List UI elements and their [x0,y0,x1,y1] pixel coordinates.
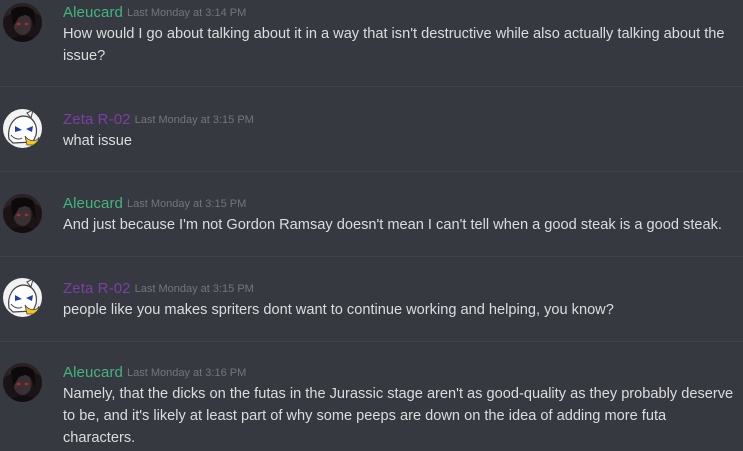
message-item: Zeta R-02 Last Monday at 3:15 PM people l… [0,257,743,341]
message-text: people like you makes spriters dont want… [63,302,614,318]
message-timestamp[interactable]: Last Monday at 3:14 PM [127,7,246,19]
dark-haired-character-avatar-icon [3,194,42,233]
author-name[interactable]: Aleucard [63,4,123,21]
message-text: Namely, that the dicks on the futas in t… [63,386,734,446]
message-header: Zeta R-02 Last Monday at 3:15 PM [63,111,254,130]
message-timestamp[interactable]: Last Monday at 3:15 PM [127,198,246,210]
message-item: Aleucard Last Monday at 3:15 PM And just … [0,172,743,256]
avatar-aleucard[interactable] [3,3,42,42]
message-item: Zeta R-02 Last Monday at 3:15 PM what iss… [0,87,743,171]
message-timestamp[interactable]: Last Monday at 3:16 PM [127,367,246,379]
chat-message-list: Aleucard Last Monday at 3:14 PM How would… [0,0,743,451]
white-robot-character-avatar-icon [3,278,42,317]
message-header: Aleucard Last Monday at 3:16 PM [63,364,246,383]
message-timestamp[interactable]: Last Monday at 3:15 PM [135,114,254,126]
author-name[interactable]: Aleucard [63,195,123,212]
message-header: Aleucard Last Monday at 3:14 PM [63,4,246,23]
dark-haired-character-avatar-icon [3,3,42,42]
avatar-aleucard[interactable] [3,363,42,402]
message-text: And just because I'm not Gordon Ramsay d… [63,217,722,233]
author-name[interactable]: Zeta R-02 [63,280,131,297]
avatar-zeta[interactable] [3,278,42,317]
message-text: How would I go about talking about it in… [63,26,725,64]
avatar-aleucard[interactable] [3,194,42,233]
message-item: Aleucard Last Monday at 3:14 PM How would… [0,0,743,86]
message-header: Aleucard Last Monday at 3:15 PM [63,195,246,214]
message-text: what issue [63,133,132,149]
message-timestamp[interactable]: Last Monday at 3:15 PM [135,283,254,295]
author-name[interactable]: Aleucard [63,364,123,381]
author-name[interactable]: Zeta R-02 [63,111,131,128]
white-robot-character-avatar-icon [3,109,42,148]
dark-haired-character-avatar-icon [3,363,42,402]
avatar-zeta[interactable] [3,109,42,148]
message-header: Zeta R-02 Last Monday at 3:15 PM [63,280,254,299]
message-item: Aleucard Last Monday at 3:16 PM Namely, t… [0,342,743,451]
